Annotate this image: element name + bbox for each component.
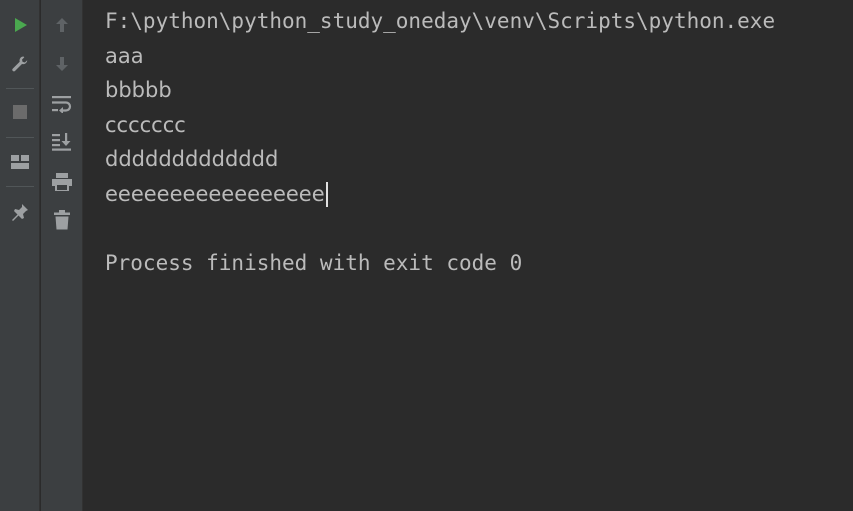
rerun-button[interactable] — [8, 13, 32, 37]
arrow-down-icon — [56, 57, 68, 71]
output-line-with-caret: eeeeeeeeeeeeeeeee — [105, 182, 328, 207]
run-tool-window: F:\python\python_study_oneday\venv\Scrip… — [0, 0, 853, 511]
text-caret — [325, 182, 328, 207]
scroll-to-end-button[interactable] — [50, 130, 74, 154]
output-line: bbbbb — [105, 78, 172, 102]
layout-icon — [11, 155, 29, 169]
arrow-up-icon — [56, 18, 68, 32]
output-line: ccccccc — [105, 113, 186, 137]
exit-message: Process finished with exit code 0 — [105, 251, 523, 275]
stop-icon — [13, 105, 27, 119]
pin-icon — [12, 204, 28, 221]
command-line: F:\python\python_study_oneday\venv\Scrip… — [105, 9, 776, 33]
console-toolbar — [41, 0, 83, 511]
output-line: aaa — [105, 44, 144, 68]
next-occurrence-button[interactable] — [50, 52, 74, 76]
output-line-text: ddddddddddddd — [105, 147, 279, 171]
clear-all-button[interactable] — [50, 208, 74, 232]
scroll-to-end-icon — [52, 133, 71, 151]
wrench-icon — [12, 56, 28, 72]
restore-layout-button[interactable] — [8, 150, 32, 174]
settings-button[interactable] — [8, 52, 32, 76]
trash-icon — [54, 210, 70, 230]
run-toolbar — [0, 0, 40, 511]
toolbar-separator — [6, 137, 34, 138]
print-icon — [52, 173, 72, 191]
soft-wrap-icon — [52, 96, 72, 113]
toolbar-separator — [6, 88, 34, 89]
output-line: ddddddddddddd — [105, 147, 278, 171]
console-output[interactable]: F:\python\python_study_oneday\venv\Scrip… — [83, 0, 853, 511]
output-line-text: eeeeeeeeeeeeeeeee — [105, 182, 325, 206]
pin-tab-button[interactable] — [8, 200, 32, 224]
previous-occurrence-button[interactable] — [50, 13, 74, 37]
soft-wrap-button[interactable] — [50, 92, 74, 116]
print-button[interactable] — [50, 170, 74, 194]
stop-button[interactable] — [8, 100, 32, 124]
toolbar-separator — [6, 186, 34, 187]
run-icon — [15, 18, 27, 32]
